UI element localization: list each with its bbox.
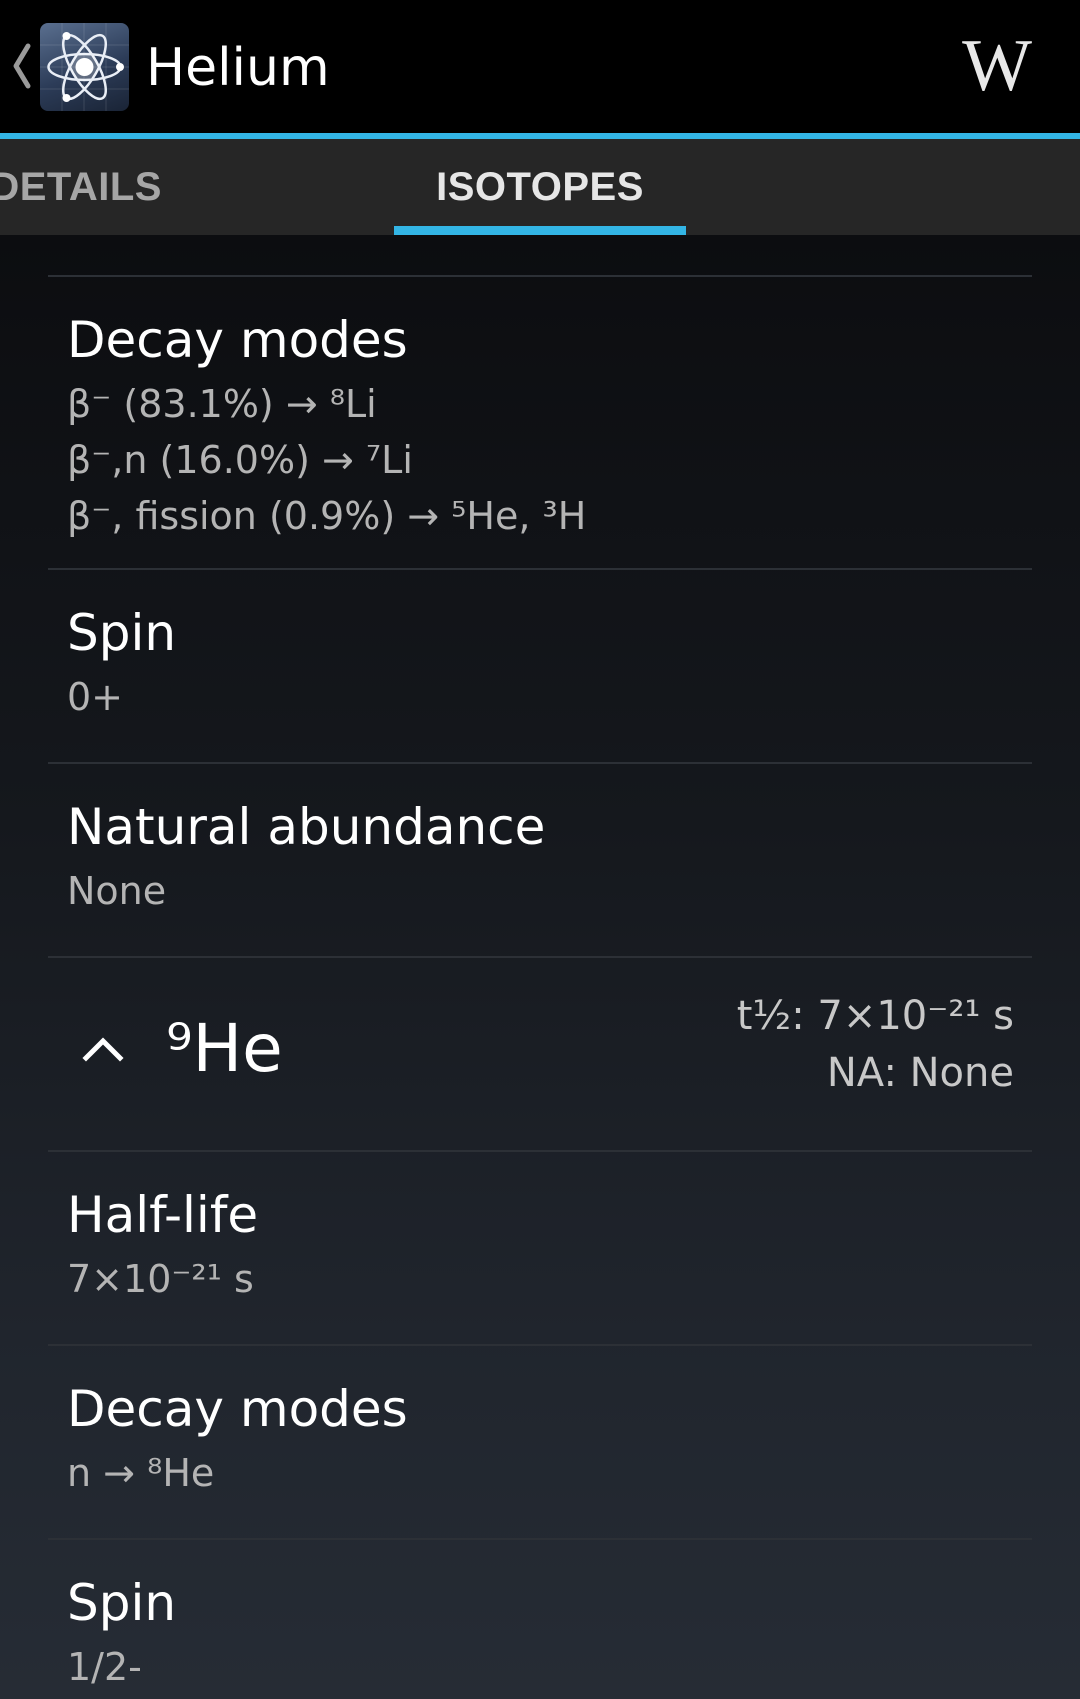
decay-mode-line: n → ⁸He xyxy=(67,1451,215,1495)
spin-value: 0+ xyxy=(67,675,124,719)
half-life-value: 7×10⁻²¹ s xyxy=(67,1257,254,1301)
spin-label: Spin xyxy=(67,604,177,662)
tab-details[interactable]: DETAILS xyxy=(0,139,210,235)
isotope-list[interactable]: Decay modes β⁻ (83.1%) → ⁸Li β⁻,n (16.0%… xyxy=(0,235,1080,1699)
natural-abundance-label: Natural abundance xyxy=(67,798,546,856)
wikipedia-icon: W xyxy=(962,25,1032,107)
atom-icon[interactable] xyxy=(40,23,129,111)
decay-modes-label: Decay modes xyxy=(67,311,408,369)
tab-isotopes-label: ISOTOPES xyxy=(436,164,644,209)
up-caret-icon[interactable] xyxy=(10,38,34,94)
divider xyxy=(48,568,1032,570)
tab-selected-indicator xyxy=(394,226,686,235)
isotope-header-row[interactable]: ⁹He t½: 7×10⁻²¹ s NA: None xyxy=(48,958,1032,1148)
spin-value: 1/2- xyxy=(67,1645,142,1689)
decay-mode-line: β⁻ (83.1%) → ⁸Li xyxy=(67,382,377,426)
divider xyxy=(48,1344,1032,1346)
tab-bar: DETAILS ISOTOPES xyxy=(0,139,1080,235)
half-life-label: Half-life xyxy=(67,1186,259,1244)
wikipedia-button[interactable]: W xyxy=(950,26,1040,106)
divider xyxy=(48,1538,1032,1540)
isotope-symbol: ⁹He xyxy=(166,1010,283,1087)
action-bar: Helium W xyxy=(0,0,1080,133)
tab-isotopes[interactable]: ISOTOPES xyxy=(394,139,686,235)
natural-abundance-value: None xyxy=(67,869,167,913)
screen: Helium W DETAILS ISOTOPES Decay modes β⁻… xyxy=(0,0,1080,1699)
isotope-half-life-summary: t½: 7×10⁻²¹ s xyxy=(736,993,1014,1039)
chevron-up-icon xyxy=(82,1037,124,1062)
divider xyxy=(48,762,1032,764)
decay-mode-line: β⁻,n (16.0%) → ⁷Li xyxy=(67,438,413,482)
tab-details-label: DETAILS xyxy=(0,164,162,209)
divider xyxy=(48,275,1032,277)
spin-label: Spin xyxy=(67,1574,177,1632)
page-title: Helium xyxy=(146,38,330,98)
divider xyxy=(48,1150,1032,1152)
decay-modes-label: Decay modes xyxy=(67,1380,408,1438)
decay-mode-line: β⁻, fission (0.9%) → ⁵He, ³H xyxy=(67,494,587,538)
isotope-abundance-summary: NA: None xyxy=(826,1050,1014,1096)
